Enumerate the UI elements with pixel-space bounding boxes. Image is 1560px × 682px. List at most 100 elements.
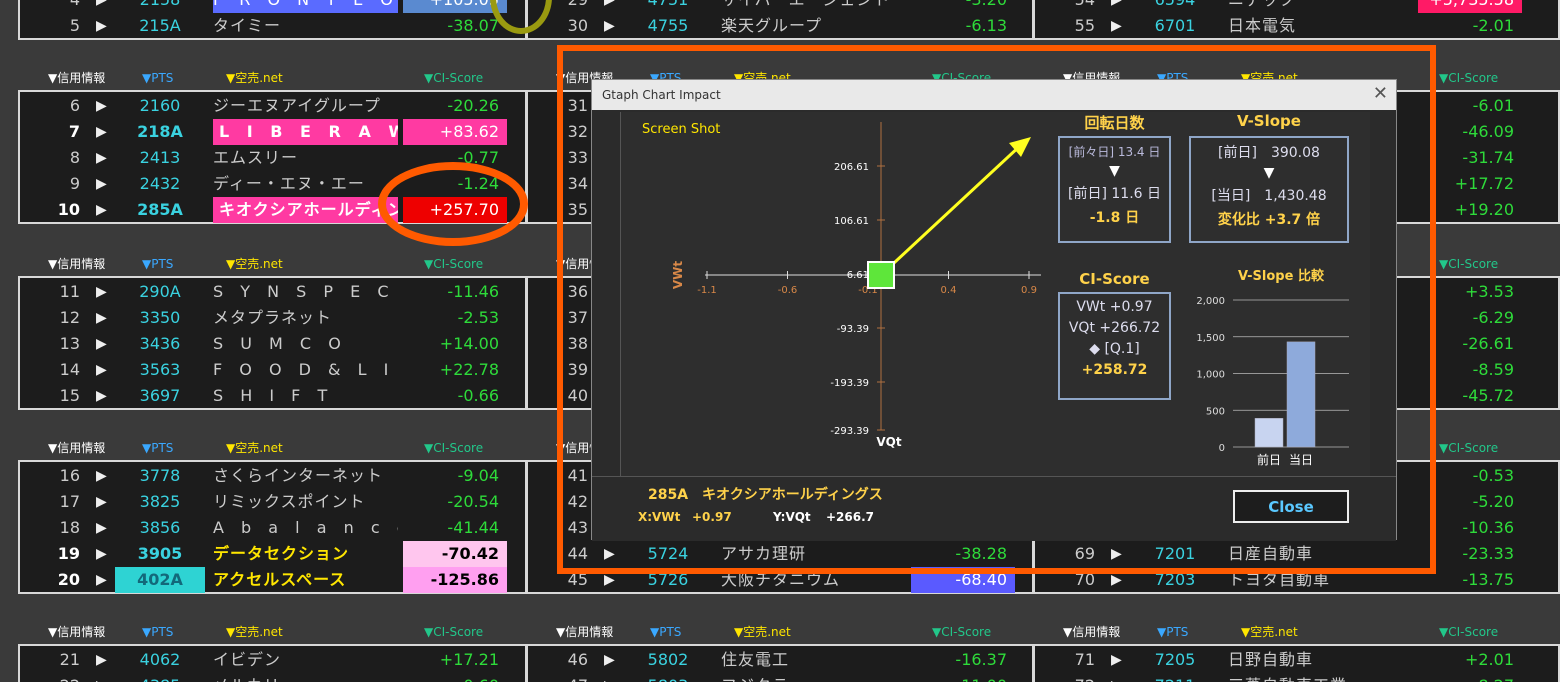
header-ci[interactable]: ▼CI-Score <box>424 255 483 273</box>
play-icon[interactable]: ▶ <box>604 0 620 13</box>
table-row[interactable]: 5 ▶ 215A タイミー -38.07 <box>20 13 525 39</box>
play-icon[interactable]: ▶ <box>96 515 112 541</box>
stock-name[interactable]: メタプラネット <box>213 305 398 331</box>
stock-code[interactable]: 3350 <box>115 305 205 331</box>
stock-name[interactable]: S U M C O <box>213 331 398 357</box>
table-row[interactable]: 46 ▶ 5802 住友電工 -16.37 <box>528 647 1032 673</box>
stock-name[interactable]: フジクラ <box>721 673 906 682</box>
stock-code[interactable]: 290A <box>115 279 205 305</box>
stock-name[interactable]: L I B E R A W A R E <box>213 119 398 145</box>
play-icon[interactable]: ▶ <box>96 567 112 593</box>
header-ci[interactable]: ▼CI-Score <box>1439 439 1498 457</box>
header-ci[interactable]: ▼CI-Score <box>1439 623 1498 641</box>
table-row[interactable]: 19 ▶ 3905 データセクション -70.42 <box>20 541 525 567</box>
header-pts[interactable]: ▼PTS <box>1157 623 1188 641</box>
table-row[interactable]: 29 ▶4751 サイバーエージェント -3.20 <box>528 0 1032 13</box>
header-kara[interactable]: ▼空売.net <box>734 623 791 641</box>
stock-name[interactable]: さくらインターネット <box>213 463 398 489</box>
play-icon[interactable]: ▶ <box>96 13 112 39</box>
stock-code[interactable]: 4385 <box>115 673 205 682</box>
header-ci[interactable]: ▼CI-Score <box>424 439 483 457</box>
play-icon[interactable]: ▶ <box>96 93 112 119</box>
table-row[interactable]: 47 ▶5803 フジクラ -11.00 <box>528 673 1032 682</box>
table-row[interactable]: 6 ▶ 2160 ジーエヌアイグループ -20.26 <box>20 93 525 119</box>
play-icon[interactable]: ▶ <box>1111 0 1127 13</box>
header-ci[interactable]: ▼CI-Score <box>1439 69 1498 87</box>
play-icon[interactable]: ▶ <box>604 647 620 673</box>
header-kara[interactable]: ▼空売.net <box>226 623 283 641</box>
stock-name[interactable]: ジーエヌアイグループ <box>213 93 398 119</box>
stock-code[interactable]: 3905 <box>115 541 205 567</box>
header-kara[interactable]: ▼空売.net <box>226 69 283 87</box>
stock-code[interactable]: 3825 <box>115 489 205 515</box>
stock-code[interactable]: 285A <box>115 197 205 223</box>
stock-name[interactable]: リミックスポイント <box>213 489 398 515</box>
header-pts[interactable]: ▼PTS <box>142 439 173 457</box>
header-kara[interactable]: ▼空売.net <box>1241 623 1298 641</box>
header-kara[interactable]: ▼空売.net <box>226 439 283 457</box>
play-icon[interactable]: ▶ <box>96 279 112 305</box>
stock-code[interactable]: 7211 <box>1130 673 1220 682</box>
table-row[interactable]: 13 ▶ 3436 S U M C O +14.00 <box>20 331 525 357</box>
stock-name[interactable]: F R O N T E O <box>213 0 398 13</box>
table-row[interactable]: 20 ▶ 402A アクセルスペース -125.86 <box>20 567 525 593</box>
header-shin[interactable]: ▼信用情報 <box>48 69 105 87</box>
stock-code[interactable]: 4751 <box>623 0 713 13</box>
table-row[interactable]: 21 ▶ 4062 イビデン +17.21 <box>20 647 525 673</box>
stock-name[interactable]: 日本電気 <box>1228 13 1413 39</box>
play-icon[interactable]: ▶ <box>1111 647 1127 673</box>
table-row[interactable]: 72 ▶7211 三菱自動車工業 -8.27 <box>1035 673 1558 682</box>
table-row[interactable]: 11 ▶290A S Y N S P E C T I V E -11.46 <box>20 279 525 305</box>
header-shin[interactable]: ▼信用情報 <box>48 623 105 641</box>
table-row[interactable]: 55 ▶ 6701 日本電気 -2.01 <box>1035 13 1558 39</box>
play-icon[interactable]: ▶ <box>96 0 112 13</box>
table-row[interactable]: 18 ▶ 3856 A b a l a n c e -41.44 <box>20 515 525 541</box>
play-icon[interactable]: ▶ <box>96 305 112 331</box>
stock-name[interactable]: サイバーエージェント <box>721 0 906 13</box>
stock-name[interactable]: 日野自動車 <box>1228 647 1413 673</box>
stock-name[interactable]: キオクシアホールディングス <box>213 197 398 223</box>
stock-code[interactable]: 3778 <box>115 463 205 489</box>
header-pts[interactable]: ▼PTS <box>142 69 173 87</box>
stock-name[interactable]: 住友電工 <box>721 647 906 673</box>
header-kara[interactable]: ▼空売.net <box>226 255 283 273</box>
play-icon[interactable]: ▶ <box>604 13 620 39</box>
play-icon[interactable]: ▶ <box>96 357 112 383</box>
play-icon[interactable]: ▶ <box>96 383 112 409</box>
stock-name[interactable]: データセクション <box>213 541 398 567</box>
table-row[interactable]: 15 ▶ 3697 S H I F T -0.66 <box>20 383 525 409</box>
stock-name[interactable]: アクセルスペース <box>213 567 398 593</box>
stock-name[interactable]: ディー・エヌ・エー <box>213 171 398 197</box>
stock-code[interactable]: 6701 <box>1130 13 1220 39</box>
play-icon[interactable]: ▶ <box>1111 13 1127 39</box>
table-row[interactable]: 14 ▶3563 F O O D & L I F E C O M +22.78 <box>20 357 525 383</box>
play-icon[interactable]: ▶ <box>96 145 112 171</box>
play-icon[interactable]: ▶ <box>96 673 112 682</box>
stock-code[interactable]: 402A <box>115 567 205 593</box>
stock-code[interactable]: 3697 <box>115 383 205 409</box>
stock-name[interactable]: イビデン <box>213 647 398 673</box>
stock-code[interactable]: 2158 <box>115 0 205 13</box>
stock-name[interactable]: 楽天グループ <box>721 13 906 39</box>
header-ci[interactable]: ▼CI-Score <box>424 623 483 641</box>
header-pts[interactable]: ▼PTS <box>142 255 173 273</box>
stock-name[interactable]: 三菱自動車工業 <box>1228 673 1413 682</box>
stock-code[interactable]: 215A <box>115 13 205 39</box>
stock-code[interactable]: 2160 <box>115 93 205 119</box>
stock-name[interactable]: S H I F T <box>213 383 398 409</box>
stock-code[interactable]: 5802 <box>623 647 713 673</box>
header-pts[interactable]: ▼PTS <box>650 623 681 641</box>
play-icon[interactable]: ▶ <box>96 463 112 489</box>
stock-name[interactable]: A b a l a n c e <box>213 515 398 541</box>
table-row[interactable]: 30 ▶ 4755 楽天グループ -6.13 <box>528 13 1032 39</box>
header-ci[interactable]: ▼CI-Score <box>932 623 991 641</box>
play-icon[interactable]: ▶ <box>1111 673 1127 682</box>
stock-name[interactable]: メルカリ <box>213 673 398 682</box>
play-icon[interactable]: ▶ <box>96 647 112 673</box>
play-icon[interactable]: ▶ <box>96 171 112 197</box>
table-row[interactable]: 22 ▶4385 メルカリ -0.60 <box>20 673 525 682</box>
table-row[interactable]: 17 ▶ 3825 リミックスポイント -20.54 <box>20 489 525 515</box>
stock-name[interactable]: ニデック <box>1228 0 1413 13</box>
stock-code[interactable]: 5803 <box>623 673 713 682</box>
stock-code[interactable]: 218A <box>115 119 205 145</box>
